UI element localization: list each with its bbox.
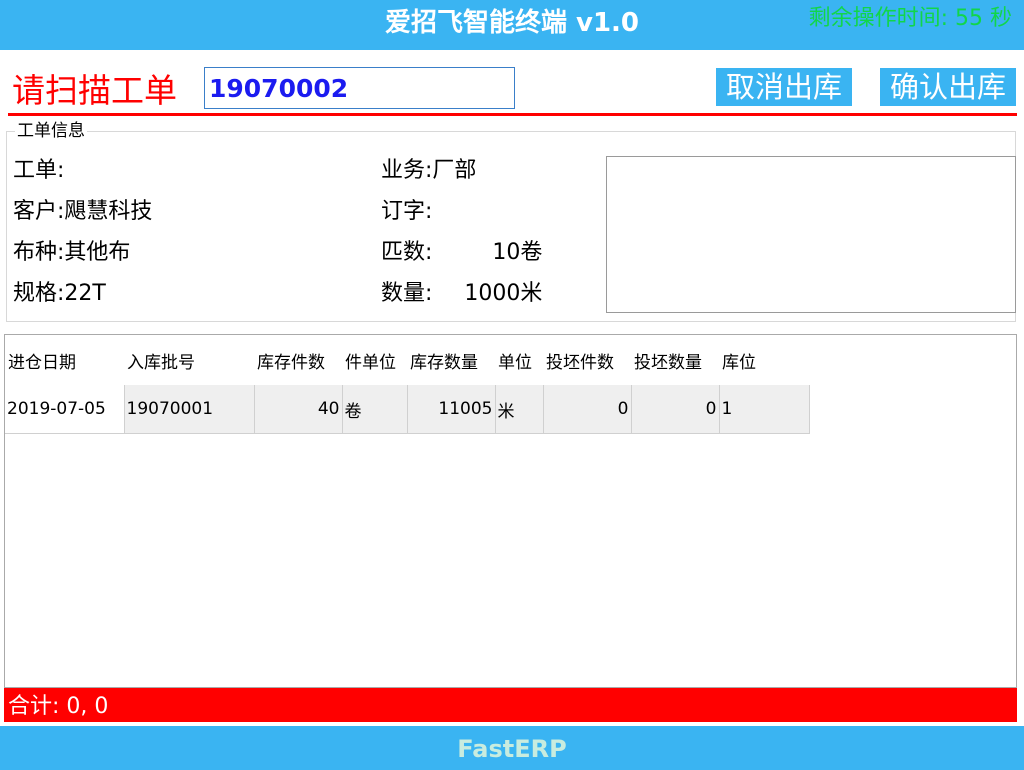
column-header-location[interactable]: 库位 — [719, 335, 809, 385]
scan-label: 请扫描工单 — [12, 71, 177, 110]
cell-piece-unit: 卷 — [342, 385, 408, 434]
summary-bar: 合计: 0, 0 — [4, 688, 1017, 722]
title-bar: 爱招飞智能终端 v1.0 剩余操作时间: 55 秒 — [0, 0, 1024, 46]
column-header-batch-no[interactable]: 入库批号 — [124, 335, 254, 385]
cell-issued-qty: 0 — [631, 385, 720, 434]
booking-field: 订字: — [381, 197, 432, 227]
business-value: 厂部 — [432, 158, 477, 183]
header-divider — [8, 113, 1017, 116]
quantity-label: 数量: — [381, 281, 433, 306]
cell-location: 1 — [719, 385, 810, 434]
fabric-value: 其他布 — [64, 240, 131, 265]
rolls-label: 匹数: — [381, 240, 433, 265]
column-header-stock-qty[interactable]: 库存数量 — [407, 335, 495, 385]
column-header-unit[interactable]: 单位 — [495, 335, 543, 385]
info-group-legend: 工单信息 — [15, 121, 87, 141]
rolls-value: 10卷 — [492, 240, 543, 265]
footer-brand: FastERP — [457, 735, 567, 763]
table-row[interactable]: 2019-07-05 19070001 40 卷 11005 米 0 0 1 — [5, 385, 810, 434]
spec-label: 规格: — [13, 281, 65, 306]
inventory-table: 进仓日期 入库批号 库存件数 件单位 库存数量 单位 投坯件数 投坯数量 库位 … — [5, 335, 810, 434]
column-header-issued-qty[interactable]: 投坯数量 — [631, 335, 719, 385]
cell-stock-pieces: 40 — [254, 385, 343, 434]
cell-entry-date: 2019-07-05 — [5, 385, 125, 434]
quantity-field: 数量: 1000米 — [381, 279, 542, 309]
customer-field: 客户:飓慧科技 — [13, 197, 152, 227]
table-header-row: 进仓日期 入库批号 库存件数 件单位 库存数量 单位 投坯件数 投坯数量 库位 — [5, 335, 809, 385]
column-header-stock-pieces[interactable]: 库存件数 — [254, 335, 342, 385]
main-panel: 请扫描工单 取消出库 确认出库 工单信息 工单: 客户:飓慧科技 布种:其他布 … — [0, 50, 1024, 726]
business-label: 业务: — [381, 158, 433, 183]
fabric-label: 布种: — [13, 240, 65, 265]
cell-unit: 米 — [495, 385, 544, 434]
fabric-field: 布种:其他布 — [13, 238, 130, 268]
confirm-outbound-button[interactable]: 确认出库 — [880, 68, 1016, 106]
order-label: 工单: — [13, 158, 65, 183]
work-order-scan-input[interactable] — [204, 67, 515, 109]
column-header-entry-date[interactable]: 进仓日期 — [5, 335, 124, 385]
quantity-value: 1000米 — [464, 281, 543, 306]
rolls-field: 匹数: 10卷 — [381, 238, 542, 268]
image-preview-box — [606, 156, 1016, 313]
spec-field: 规格:22T — [13, 279, 106, 309]
column-header-issued-pieces[interactable]: 投坯件数 — [543, 335, 631, 385]
column-header-piece-unit[interactable]: 件单位 — [342, 335, 407, 385]
spec-value: 22T — [64, 281, 106, 306]
inventory-grid[interactable]: 进仓日期 入库批号 库存件数 件单位 库存数量 单位 投坯件数 投坯数量 库位 … — [4, 334, 1017, 688]
cell-stock-qty: 11005 — [407, 385, 496, 434]
countdown-timer: 剩余操作时间: 55 秒 — [808, 6, 1012, 31]
cell-issued-pieces: 0 — [543, 385, 632, 434]
customer-value: 飓慧科技 — [64, 199, 153, 224]
cancel-outbound-button[interactable]: 取消出库 — [716, 68, 852, 106]
booking-label: 订字: — [381, 199, 433, 224]
cell-batch-no: 19070001 — [124, 385, 255, 434]
customer-label: 客户: — [13, 199, 65, 224]
business-field: 业务:厂部 — [381, 156, 476, 186]
order-field: 工单: — [13, 156, 64, 186]
work-order-info-group: 工单信息 工单: 客户:飓慧科技 布种:其他布 规格:22T 业务:厂部 订字:… — [6, 121, 1016, 322]
